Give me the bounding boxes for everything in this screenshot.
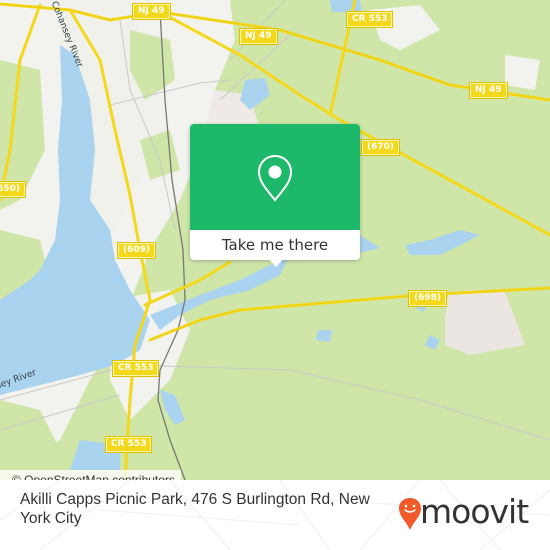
road-shield-609: (609) [116, 242, 157, 259]
road-shield-nj49: NJ 49 [132, 3, 171, 20]
road-shield-670: (670) [360, 139, 401, 156]
road-shield-cr553: CR 553 [104, 436, 153, 453]
map-attribution[interactable]: © OpenStreetMap contributors [0, 470, 181, 480]
location-popup[interactable]: Take me there [190, 124, 360, 267]
road-shield-698: (698) [407, 290, 448, 307]
road-shield-cr553: CR 553 [345, 11, 394, 28]
map[interactable]: NJ 49 NJ 49 NJ 49 CR 553 (670) (650) (60… [0, 0, 550, 480]
road-shield-nj49: NJ 49 [239, 28, 278, 45]
road-shield-650: (650) [0, 181, 27, 198]
footer: Akilli Capps Picnic Park, 476 S Burlingt… [0, 480, 550, 550]
popup-header [190, 124, 360, 230]
road-shield-cr553: CR 553 [111, 360, 160, 377]
place-address: Akilli Capps Picnic Park, 476 S Burlingt… [20, 491, 370, 527]
popup-pointer [268, 258, 284, 267]
moovit-wordmark: moovit [420, 492, 529, 531]
road-shield-nj49: NJ 49 [469, 82, 508, 99]
moovit-pin-icon [399, 498, 421, 530]
take-me-there-button[interactable]: Take me there [190, 230, 360, 260]
moovit-logo[interactable]: moovit [398, 492, 538, 535]
map-pin-icon [257, 154, 293, 202]
